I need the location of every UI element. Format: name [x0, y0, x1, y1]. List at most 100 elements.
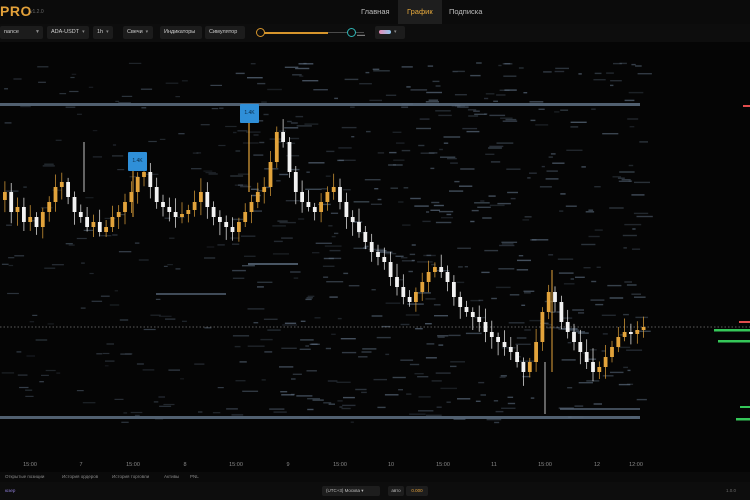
auto-scale-value[interactable]: 0.000 [406, 486, 428, 496]
orderbook-level [635, 316, 648, 319]
candle-body [464, 307, 469, 312]
price-chart[interactable]: 15:00 7 15:00 8 15:00 9 15:00 10 15:00 11 15:00 12 1… [0, 42, 750, 472]
orderbook-level [225, 125, 237, 128]
exchange-select[interactable]: nance ▼ [0, 26, 43, 39]
candle-body [489, 332, 494, 337]
orderbook-level [165, 318, 176, 320]
orderbook-level [105, 360, 115, 362]
orderbook-level [406, 86, 411, 88]
orderbook-level [437, 336, 445, 338]
orderbook-level [13, 78, 22, 80]
nav-subscription[interactable]: Подписка [440, 0, 491, 24]
orderbook-level [594, 72, 602, 75]
candle-body [9, 192, 14, 212]
orderbook-level [628, 180, 633, 182]
orderbook-level [411, 244, 416, 246]
orderbook-level [1, 372, 15, 374]
orderbook-level [343, 189, 351, 191]
orderbook-level [590, 299, 605, 301]
orderbook-level [624, 99, 635, 102]
color-scheme-select[interactable]: ▾ [375, 26, 405, 39]
pair-select[interactable]: ADA-USDT ▾ [47, 26, 89, 39]
tab-pnl[interactable]: PNL [190, 474, 199, 479]
orderbook-level [488, 147, 502, 149]
orderbook-level [150, 314, 161, 316]
candle-body [104, 227, 108, 232]
candle-body [350, 217, 355, 222]
candle-body [470, 312, 475, 317]
interval-select[interactable]: 1h ▾ [93, 26, 113, 39]
orderbook-level [206, 246, 215, 248]
orderbook-level [410, 89, 428, 91]
candle-body [407, 297, 412, 302]
orderbook-level [486, 418, 502, 421]
orderbook-level [337, 400, 343, 402]
range-slider[interactable]: ▬▬ [254, 26, 372, 39]
orderbook-level [191, 168, 202, 170]
slider-handle-end[interactable] [347, 28, 356, 37]
orderbook-level [401, 106, 409, 108]
orderbook-level [343, 272, 349, 275]
tab-order-history[interactable]: История ордеров [62, 474, 98, 479]
orderbook-level [588, 209, 594, 211]
orderbook-level [37, 66, 49, 68]
simulator-button[interactable]: Симулятор [205, 26, 245, 39]
orderbook-level [489, 114, 506, 117]
x-axis-tick-label: 15:00 [436, 462, 450, 468]
orderbook-level [130, 411, 143, 414]
orderbook-level [494, 421, 500, 424]
x-axis-tick-label: 15:00 [23, 462, 37, 468]
orderbook-level [623, 247, 627, 249]
interval-value: 1h [97, 29, 104, 35]
orderbook-level [435, 85, 441, 87]
slider-handle[interactable] [256, 28, 265, 37]
tab-trade-history[interactable]: История торговли [112, 474, 149, 479]
orderbook-level [506, 168, 521, 170]
tab-assets[interactable]: Активы [164, 474, 179, 479]
candle-body [382, 257, 387, 262]
orderbook-level [247, 345, 265, 347]
orderbook-level [313, 89, 328, 91]
orderbook-level [389, 151, 397, 154]
timezone-select[interactable]: (UTC+3) Москва ▾ [322, 486, 380, 496]
candle-body [167, 207, 172, 212]
orderbook-level [538, 108, 545, 110]
orderbook-level [624, 223, 642, 226]
orderbook-level [440, 387, 457, 390]
nav-chart[interactable]: График [398, 0, 442, 24]
orderbook-level [541, 165, 545, 168]
tab-open-positions[interactable]: Открытые позиции [5, 474, 44, 479]
orderbook-level [409, 413, 426, 415]
candlestick-chart[interactable]: 15:00 7 15:00 8 15:00 9 15:00 10 15:00 11 15:00 12 1… [0, 42, 750, 472]
support-level-line [0, 103, 640, 106]
orderbook-level [398, 201, 404, 203]
orderbook-level [618, 346, 631, 349]
chart-type-value: Свечи [127, 29, 143, 35]
orderbook-level [425, 323, 432, 325]
orderbook-level [366, 130, 371, 133]
orderbook-level [120, 353, 132, 355]
orderbook-level [457, 247, 471, 249]
candle-body [635, 330, 640, 334]
orderbook-level [426, 343, 435, 345]
orderbook-level [591, 280, 597, 283]
chart-type-select[interactable]: Свечи ▾ [123, 26, 153, 39]
candle-body [439, 267, 444, 272]
orderbook-level [393, 159, 405, 161]
orderbook-level [114, 398, 124, 400]
nav-home[interactable]: Главная [352, 0, 399, 24]
orderbook-level [323, 402, 332, 404]
orderbook-level [488, 195, 496, 197]
orderbook-level [418, 396, 431, 398]
orderbook-level [104, 365, 109, 367]
orderbook-level [539, 186, 552, 188]
indicators-button[interactable]: Индикаторы [160, 26, 202, 39]
auto-scale-label[interactable]: авто [388, 486, 404, 496]
orderbook-level [454, 180, 460, 183]
orderbook-level [639, 141, 648, 143]
orderbook-level [518, 67, 524, 69]
orderbook-level [457, 398, 471, 400]
orderbook-level [591, 108, 596, 110]
candle-body [616, 337, 621, 347]
orderbook-level [489, 204, 505, 207]
